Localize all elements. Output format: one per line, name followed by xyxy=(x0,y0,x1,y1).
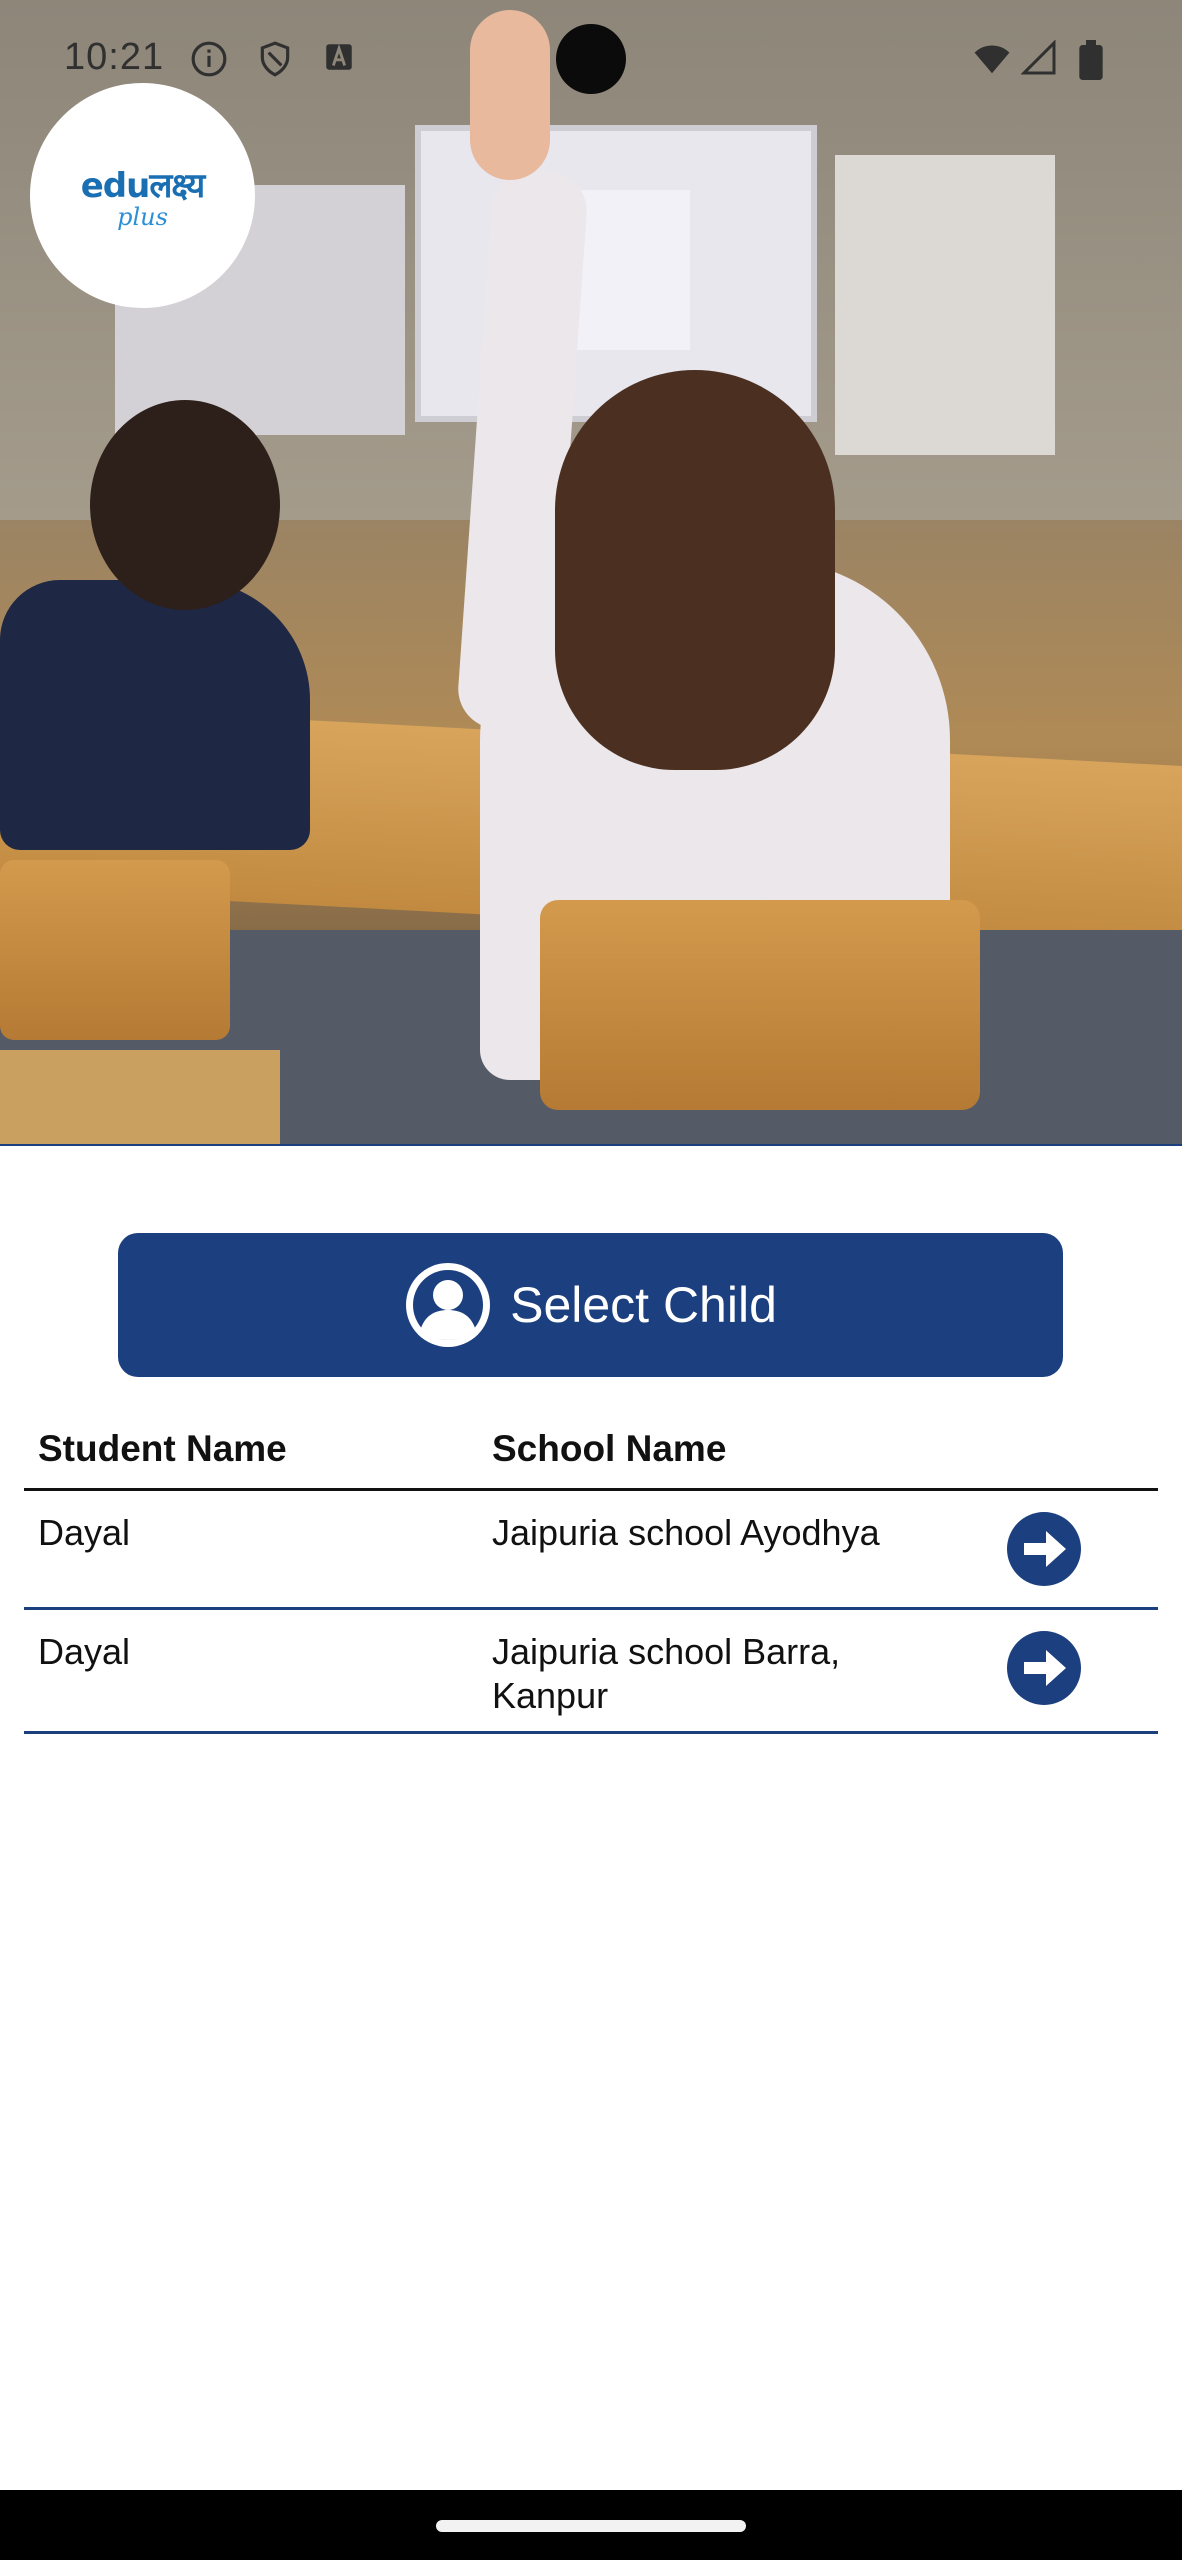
system-nav-bar xyxy=(0,2490,1182,2560)
battery-icon xyxy=(1072,40,1110,80)
shield-icon xyxy=(256,40,294,78)
hero-divider xyxy=(0,1144,1182,1146)
select-child-button[interactable]: Select Child xyxy=(118,1233,1063,1377)
user-circle-icon xyxy=(406,1263,491,1347)
hero-girl-hair xyxy=(555,370,835,770)
table-row[interactable]: Dayal Jaipuria school Barra, Kanpur xyxy=(24,1610,1158,1734)
logo-text: eduलक्ष्य xyxy=(80,165,206,206)
hero-desk-left xyxy=(0,1050,280,1145)
school-name-cell: Jaipuria school Ayodhya xyxy=(492,1512,880,1553)
info-icon xyxy=(190,40,228,78)
school-name-cell: Jaipuria school Barra, Kanpur xyxy=(492,1631,841,1716)
signal-icon xyxy=(1020,39,1058,78)
student-name-cell: Dayal xyxy=(38,1512,131,1553)
wifi-icon xyxy=(972,40,1010,78)
student-name-cell: Dayal xyxy=(38,1631,131,1672)
header-school-name: School Name xyxy=(492,1428,727,1469)
hero-chair-left xyxy=(0,860,230,1040)
app-logo: eduलक्ष्य plus xyxy=(30,83,255,308)
logo-subtext: plus xyxy=(117,202,168,231)
keyboard-a-icon xyxy=(320,40,358,78)
select-child-label: Select Child xyxy=(510,1277,777,1333)
home-gesture-handle[interactable] xyxy=(436,2520,746,2532)
status-time: 10:21 xyxy=(64,36,165,78)
arrow-right-icon[interactable] xyxy=(1006,1511,1082,1587)
camera-cutout xyxy=(556,24,626,94)
hero-boy xyxy=(0,580,310,850)
hero-boy-head xyxy=(90,400,280,610)
header-student-name: Student Name xyxy=(38,1428,287,1469)
hero-chair xyxy=(540,900,980,1110)
hero-board-right xyxy=(835,155,1055,455)
children-table: Student Name School Name Dayal Jaipuria … xyxy=(24,1410,1158,1734)
arrow-right-icon[interactable] xyxy=(1006,1630,1082,1706)
table-row[interactable]: Dayal Jaipuria school Ayodhya xyxy=(24,1491,1158,1610)
table-header: Student Name School Name xyxy=(24,1410,1158,1491)
